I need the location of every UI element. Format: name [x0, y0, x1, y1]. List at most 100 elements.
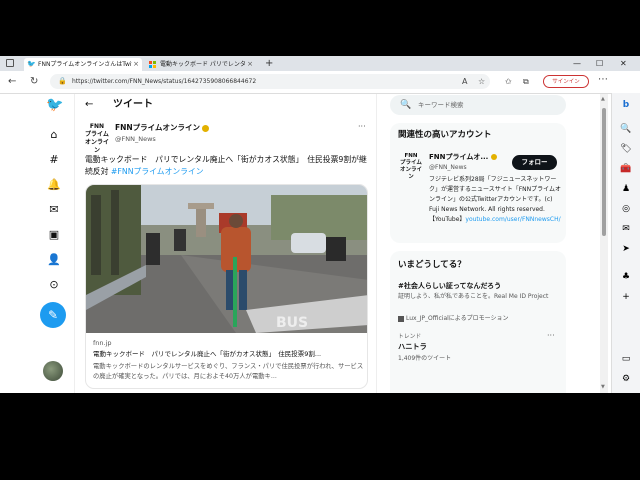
tag-icon[interactable]: 🏷: [620, 143, 632, 155]
microsoft-icon: [149, 61, 156, 68]
compose-tweet-button[interactable]: ✎: [40, 302, 66, 328]
collections-icon[interactable]: ⧉: [523, 75, 529, 89]
related-handle[interactable]: @FNN_News: [429, 163, 467, 172]
follow-button[interactable]: フォロー: [512, 155, 557, 170]
hashtag-link[interactable]: #FNNプライムオンライン: [111, 167, 204, 176]
promoted-text: Lux_JP_Officialによるプロモーション: [406, 315, 509, 322]
search-input[interactable]: キーワード検索: [418, 95, 464, 115]
games-icon[interactable]: ♟: [620, 183, 632, 195]
author-name[interactable]: FNNプライムオンライン: [115, 123, 210, 133]
scrollbar-thumb[interactable]: [602, 108, 606, 236]
right-sidebar: 🔍 キーワード検索 関連性の高いアカウント FNN プライム オンライン FNN…: [390, 94, 590, 393]
lock-icon[interactable]: 🔒: [58, 74, 67, 89]
card-photo: BUS: [86, 185, 367, 333]
logo-line: オンライン: [85, 139, 110, 154]
back-arrow-icon[interactable]: ←: [85, 98, 93, 112]
related-name-text: FNNプライムオ...: [429, 153, 489, 161]
outlook-icon[interactable]: ✉: [620, 223, 632, 235]
new-tab-button[interactable]: +: [265, 56, 273, 71]
trends-title: いまどうしてる？: [398, 260, 466, 270]
tools-icon[interactable]: 🧰: [620, 163, 632, 175]
related-accounts-panel: 関連性の高いアカウント FNN プライム オンライン FNNプライムオ... @…: [390, 123, 566, 243]
author-avatar-logo[interactable]: FNN プライム オンライン: [85, 123, 109, 154]
drop-icon[interactable]: ➤: [620, 243, 632, 255]
trend-item-title[interactable]: ハニトラ: [398, 342, 427, 352]
split-screen-icon[interactable]: ▭: [620, 353, 632, 365]
more-circle-icon[interactable]: ⊙: [46, 277, 62, 293]
tab-title: 電動キックボード パリでレンタル廃止: [160, 61, 246, 68]
trend-more-icon[interactable]: ···: [547, 331, 555, 340]
svg-text:BUS: BUS: [276, 315, 308, 331]
address-toolbar: ← ↻ https://twitter.com/FNN_News/status/…: [0, 71, 640, 94]
account-avatar[interactable]: [43, 361, 63, 381]
edge-sidebar: b 🔍 🏷 🧰 ♟ ◎ ✉ ➤ ♣ + ▭ ⚙: [611, 93, 640, 393]
home-icon[interactable]: ⌂: [46, 127, 62, 143]
notifications-bell-icon[interactable]: 🔔: [46, 177, 62, 193]
link-card[interactable]: BUS fnn.jp 電動キックボード パリでレンタル廃止へ「街がカオス状態」 …: [85, 184, 368, 389]
favorite-icon[interactable]: ☆: [478, 75, 485, 89]
office-icon[interactable]: ◎: [620, 203, 632, 215]
card-title: 電動キックボード パリでレンタル廃止へ「街がカオス状態」 住民投票9割...: [93, 350, 322, 358]
tab-bar: 🐦 FNNプライムオンラインさんはTwitterを × 電動キックボード パリで…: [0, 56, 640, 71]
search-icon[interactable]: 🔍: [620, 123, 632, 135]
page-title: ツイート: [113, 99, 153, 110]
favorites-icon[interactable]: ✩: [505, 75, 512, 89]
bing-icon[interactable]: b: [620, 99, 632, 111]
tweet-text: 電動キックボード パリでレンタル廃止へ「街がカオス状態」 住民投票9割が継続反対…: [85, 154, 370, 178]
profile-icon[interactable]: 👤: [46, 252, 62, 268]
promoted-icon: [398, 315, 404, 322]
bio-link[interactable]: youtube.com/user/FNNnewsCH/: [465, 216, 560, 223]
page-scrollbar[interactable]: ▲ ▼: [600, 94, 608, 393]
logo-line: プライム: [400, 160, 422, 166]
author-handle[interactable]: @FNN_News: [115, 135, 156, 144]
verified-badge-icon: [202, 124, 210, 132]
feather-icon: ✎: [47, 308, 59, 322]
back-nav-icon[interactable]: ←: [8, 74, 16, 90]
bookmarks-icon[interactable]: ▣: [46, 227, 62, 243]
twitter-logo-icon[interactable]: 🐦: [46, 97, 63, 113]
logo-line: プライム: [85, 131, 109, 138]
tree-icon[interactable]: ♣: [620, 271, 632, 283]
card-description: 電動キックボードのレンタルサービスをめぐり、フランス・パリで住民投票が行われ、サ…: [93, 363, 364, 380]
tab-title: FNNプライムオンラインさんはTwitterを: [38, 61, 132, 68]
twitter-icon: 🐦: [27, 60, 36, 68]
refresh-icon[interactable]: ↻: [30, 74, 38, 90]
logo-line: FNN: [89, 123, 105, 130]
address-bar[interactable]: https://twitter.com/FNN_News/status/1642…: [50, 74, 490, 89]
search-icon: 🔍: [400, 100, 412, 110]
author-name-text: FNNプライムオンライン: [115, 123, 201, 132]
settings-more-icon[interactable]: ⋯: [598, 74, 608, 85]
trend-item-title[interactable]: #社会人らしい証ってなんだろう: [398, 281, 501, 291]
card-domain: fnn.jp: [93, 339, 112, 347]
close-tab-icon[interactable]: ×: [133, 58, 139, 71]
more-options-icon[interactable]: ···: [358, 122, 366, 131]
signin-button[interactable]: サインイン: [543, 75, 589, 88]
maximize-button[interactable]: ☐: [596, 56, 603, 71]
close-tab-icon[interactable]: ×: [247, 58, 253, 71]
verified-badge-icon: [491, 154, 498, 160]
gear-icon[interactable]: ⚙: [620, 373, 632, 385]
tweet-column: ← ツイート FNN プライム オンライン FNNプライムオンライン @FNN_…: [74, 94, 377, 393]
trend-tweet-count: 1,409件のツイート: [398, 355, 452, 362]
related-avatar-logo[interactable]: FNN プライム オンライン: [400, 153, 422, 180]
trends-panel: いまどうしてる？ #社会人らしい証ってなんだろう 証明しよう、私が私であることを…: [390, 251, 566, 393]
close-window-button[interactable]: ✕: [620, 56, 627, 71]
explore-hashtag-icon[interactable]: #: [46, 152, 62, 168]
promoted-label: Lux_JP_Officialによるプロモーション: [398, 314, 509, 323]
read-aloud-icon[interactable]: A: [462, 75, 467, 89]
related-title: 関連性の高いアカウント: [398, 130, 492, 140]
messages-envelope-icon[interactable]: ✉: [46, 202, 62, 218]
tab-twitter[interactable]: 🐦 FNNプライムオンラインさんはTwitterを ×: [24, 58, 142, 71]
tab-news[interactable]: 電動キックボード パリでレンタル廃止 ×: [146, 58, 256, 71]
search-box[interactable]: 🔍 キーワード検索: [390, 95, 566, 115]
trend-category: トレンド: [398, 334, 422, 340]
tab-actions-icon[interactable]: [6, 59, 14, 67]
logo-line: FNN: [404, 153, 418, 159]
add-icon[interactable]: +: [620, 291, 632, 303]
scroll-down-icon[interactable]: ▼: [601, 384, 605, 390]
scroll-up-icon[interactable]: ▲: [601, 96, 605, 102]
related-bio: フジテレビ系列28局「フジニュースネットワーク」が運営するニュースサイト「FNN…: [429, 175, 561, 225]
minimize-button[interactable]: —: [573, 56, 581, 71]
related-name[interactable]: FNNプライムオ...: [429, 152, 498, 162]
trend-item-desc: 証明しよう、私が私であることを。Real Me ID Project: [398, 293, 549, 300]
